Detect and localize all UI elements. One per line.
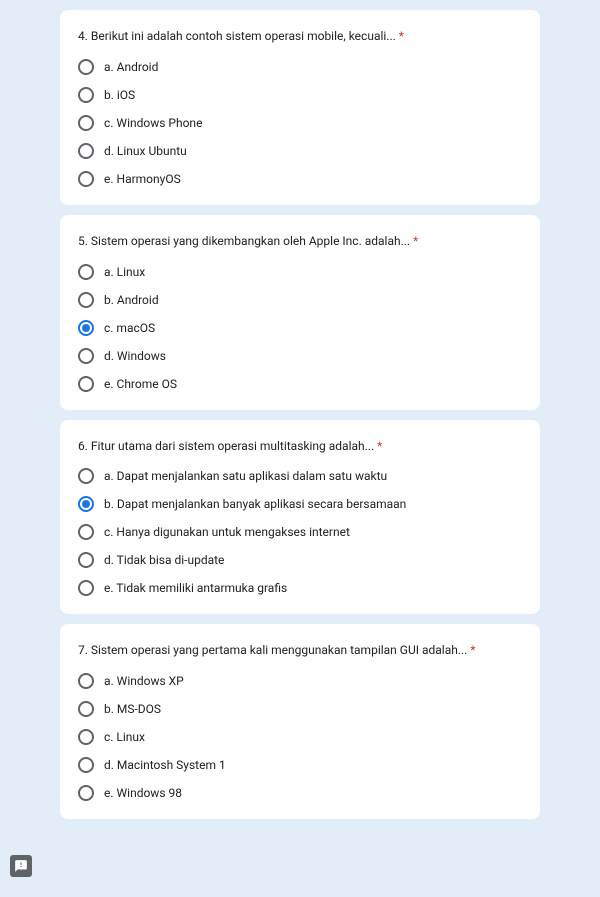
option-row[interactable]: c. Windows Phone	[78, 115, 522, 131]
radio-button[interactable]	[78, 59, 94, 75]
question-title-text: 4. Berikut ini adalah contoh sistem oper…	[78, 29, 399, 43]
radio-button[interactable]	[78, 320, 94, 336]
question-title-text: 6. Fitur utama dari sistem operasi multi…	[78, 439, 377, 453]
option-row[interactable]: b. Android	[78, 292, 522, 308]
option-row[interactable]: b. Dapat menjalankan banyak aplikasi sec…	[78, 496, 522, 512]
option-label: e. Windows 98	[104, 786, 182, 800]
option-row[interactable]: d. Linux Ubuntu	[78, 143, 522, 159]
option-label: c. Linux	[104, 730, 145, 744]
option-row[interactable]: e. Windows 98	[78, 785, 522, 801]
radio-button[interactable]	[78, 701, 94, 717]
radio-button[interactable]	[78, 496, 94, 512]
radio-button[interactable]	[78, 524, 94, 540]
required-star: *	[377, 439, 382, 453]
option-row[interactable]: c. Hanya digunakan untuk mengakses inter…	[78, 524, 522, 540]
option-row[interactable]: a. Windows XP	[78, 673, 522, 689]
question-card: 4. Berikut ini adalah contoh sistem oper…	[60, 10, 540, 205]
option-label: b. MS-DOS	[104, 702, 161, 716]
radio-button[interactable]	[78, 87, 94, 103]
option-row[interactable]: e. Tidak memiliki antarmuka grafis	[78, 580, 522, 596]
option-label: e. HarmonyOS	[104, 172, 181, 186]
question-title: 4. Berikut ini adalah contoh sistem oper…	[78, 28, 522, 45]
option-label: a. Linux	[104, 265, 145, 279]
radio-button[interactable]	[78, 292, 94, 308]
radio-button[interactable]	[78, 757, 94, 773]
radio-button[interactable]	[78, 468, 94, 484]
option-label: c. macOS	[104, 321, 155, 335]
report-icon	[14, 859, 28, 873]
form-container: 4. Berikut ini adalah contoh sistem oper…	[60, 10, 540, 819]
option-label: c. Hanya digunakan untuk mengakses inter…	[104, 525, 350, 539]
question-title: 5. Sistem operasi yang dikembangkan oleh…	[78, 233, 522, 250]
radio-button[interactable]	[78, 171, 94, 187]
option-row[interactable]: b. iOS	[78, 87, 522, 103]
option-label: a. Dapat menjalankan satu aplikasi dalam…	[104, 469, 387, 483]
radio-button[interactable]	[78, 785, 94, 801]
option-row[interactable]: e. HarmonyOS	[78, 171, 522, 187]
required-star: *	[413, 234, 418, 248]
option-label: b. Android	[104, 293, 159, 307]
option-row[interactable]: e. Chrome OS	[78, 376, 522, 392]
radio-button[interactable]	[78, 673, 94, 689]
radio-button[interactable]	[78, 729, 94, 745]
option-row[interactable]: b. MS-DOS	[78, 701, 522, 717]
question-card: 7. Sistem operasi yang pertama kali meng…	[60, 624, 540, 819]
option-row[interactable]: d. Tidak bisa di-update	[78, 552, 522, 568]
radio-button[interactable]	[78, 143, 94, 159]
option-row[interactable]: a. Android	[78, 59, 522, 75]
option-label: c. Windows Phone	[104, 116, 202, 130]
question-title-text: 7. Sistem operasi yang pertama kali meng…	[78, 643, 470, 657]
option-row[interactable]: d. Windows	[78, 348, 522, 364]
radio-button[interactable]	[78, 348, 94, 364]
option-label: e. Tidak memiliki antarmuka grafis	[104, 581, 287, 595]
option-row[interactable]: a. Linux	[78, 264, 522, 280]
option-label: e. Chrome OS	[104, 377, 177, 391]
option-label: d. Linux Ubuntu	[104, 144, 187, 158]
radio-button[interactable]	[78, 115, 94, 131]
question-title-text: 5. Sistem operasi yang dikembangkan oleh…	[78, 234, 413, 248]
option-label: d. Windows	[104, 349, 166, 363]
option-label: b. iOS	[104, 88, 135, 102]
option-row[interactable]: c. macOS	[78, 320, 522, 336]
question-title: 7. Sistem operasi yang pertama kali meng…	[78, 642, 522, 659]
report-problem-button[interactable]	[10, 855, 32, 877]
option-label: a. Windows XP	[104, 674, 184, 688]
required-star: *	[399, 29, 404, 43]
radio-button[interactable]	[78, 376, 94, 392]
question-card: 6. Fitur utama dari sistem operasi multi…	[60, 420, 540, 615]
radio-button[interactable]	[78, 580, 94, 596]
option-row[interactable]: a. Dapat menjalankan satu aplikasi dalam…	[78, 468, 522, 484]
question-card: 5. Sistem operasi yang dikembangkan oleh…	[60, 215, 540, 410]
question-title: 6. Fitur utama dari sistem operasi multi…	[78, 438, 522, 455]
option-label: d. Tidak bisa di-update	[104, 553, 224, 567]
option-label: d. Macintosh System 1	[104, 758, 226, 772]
option-row[interactable]: c. Linux	[78, 729, 522, 745]
option-label: a. Android	[104, 60, 158, 74]
radio-button[interactable]	[78, 552, 94, 568]
option-row[interactable]: d. Macintosh System 1	[78, 757, 522, 773]
required-star: *	[470, 643, 475, 657]
option-label: b. Dapat menjalankan banyak aplikasi sec…	[104, 497, 406, 511]
radio-button[interactable]	[78, 264, 94, 280]
